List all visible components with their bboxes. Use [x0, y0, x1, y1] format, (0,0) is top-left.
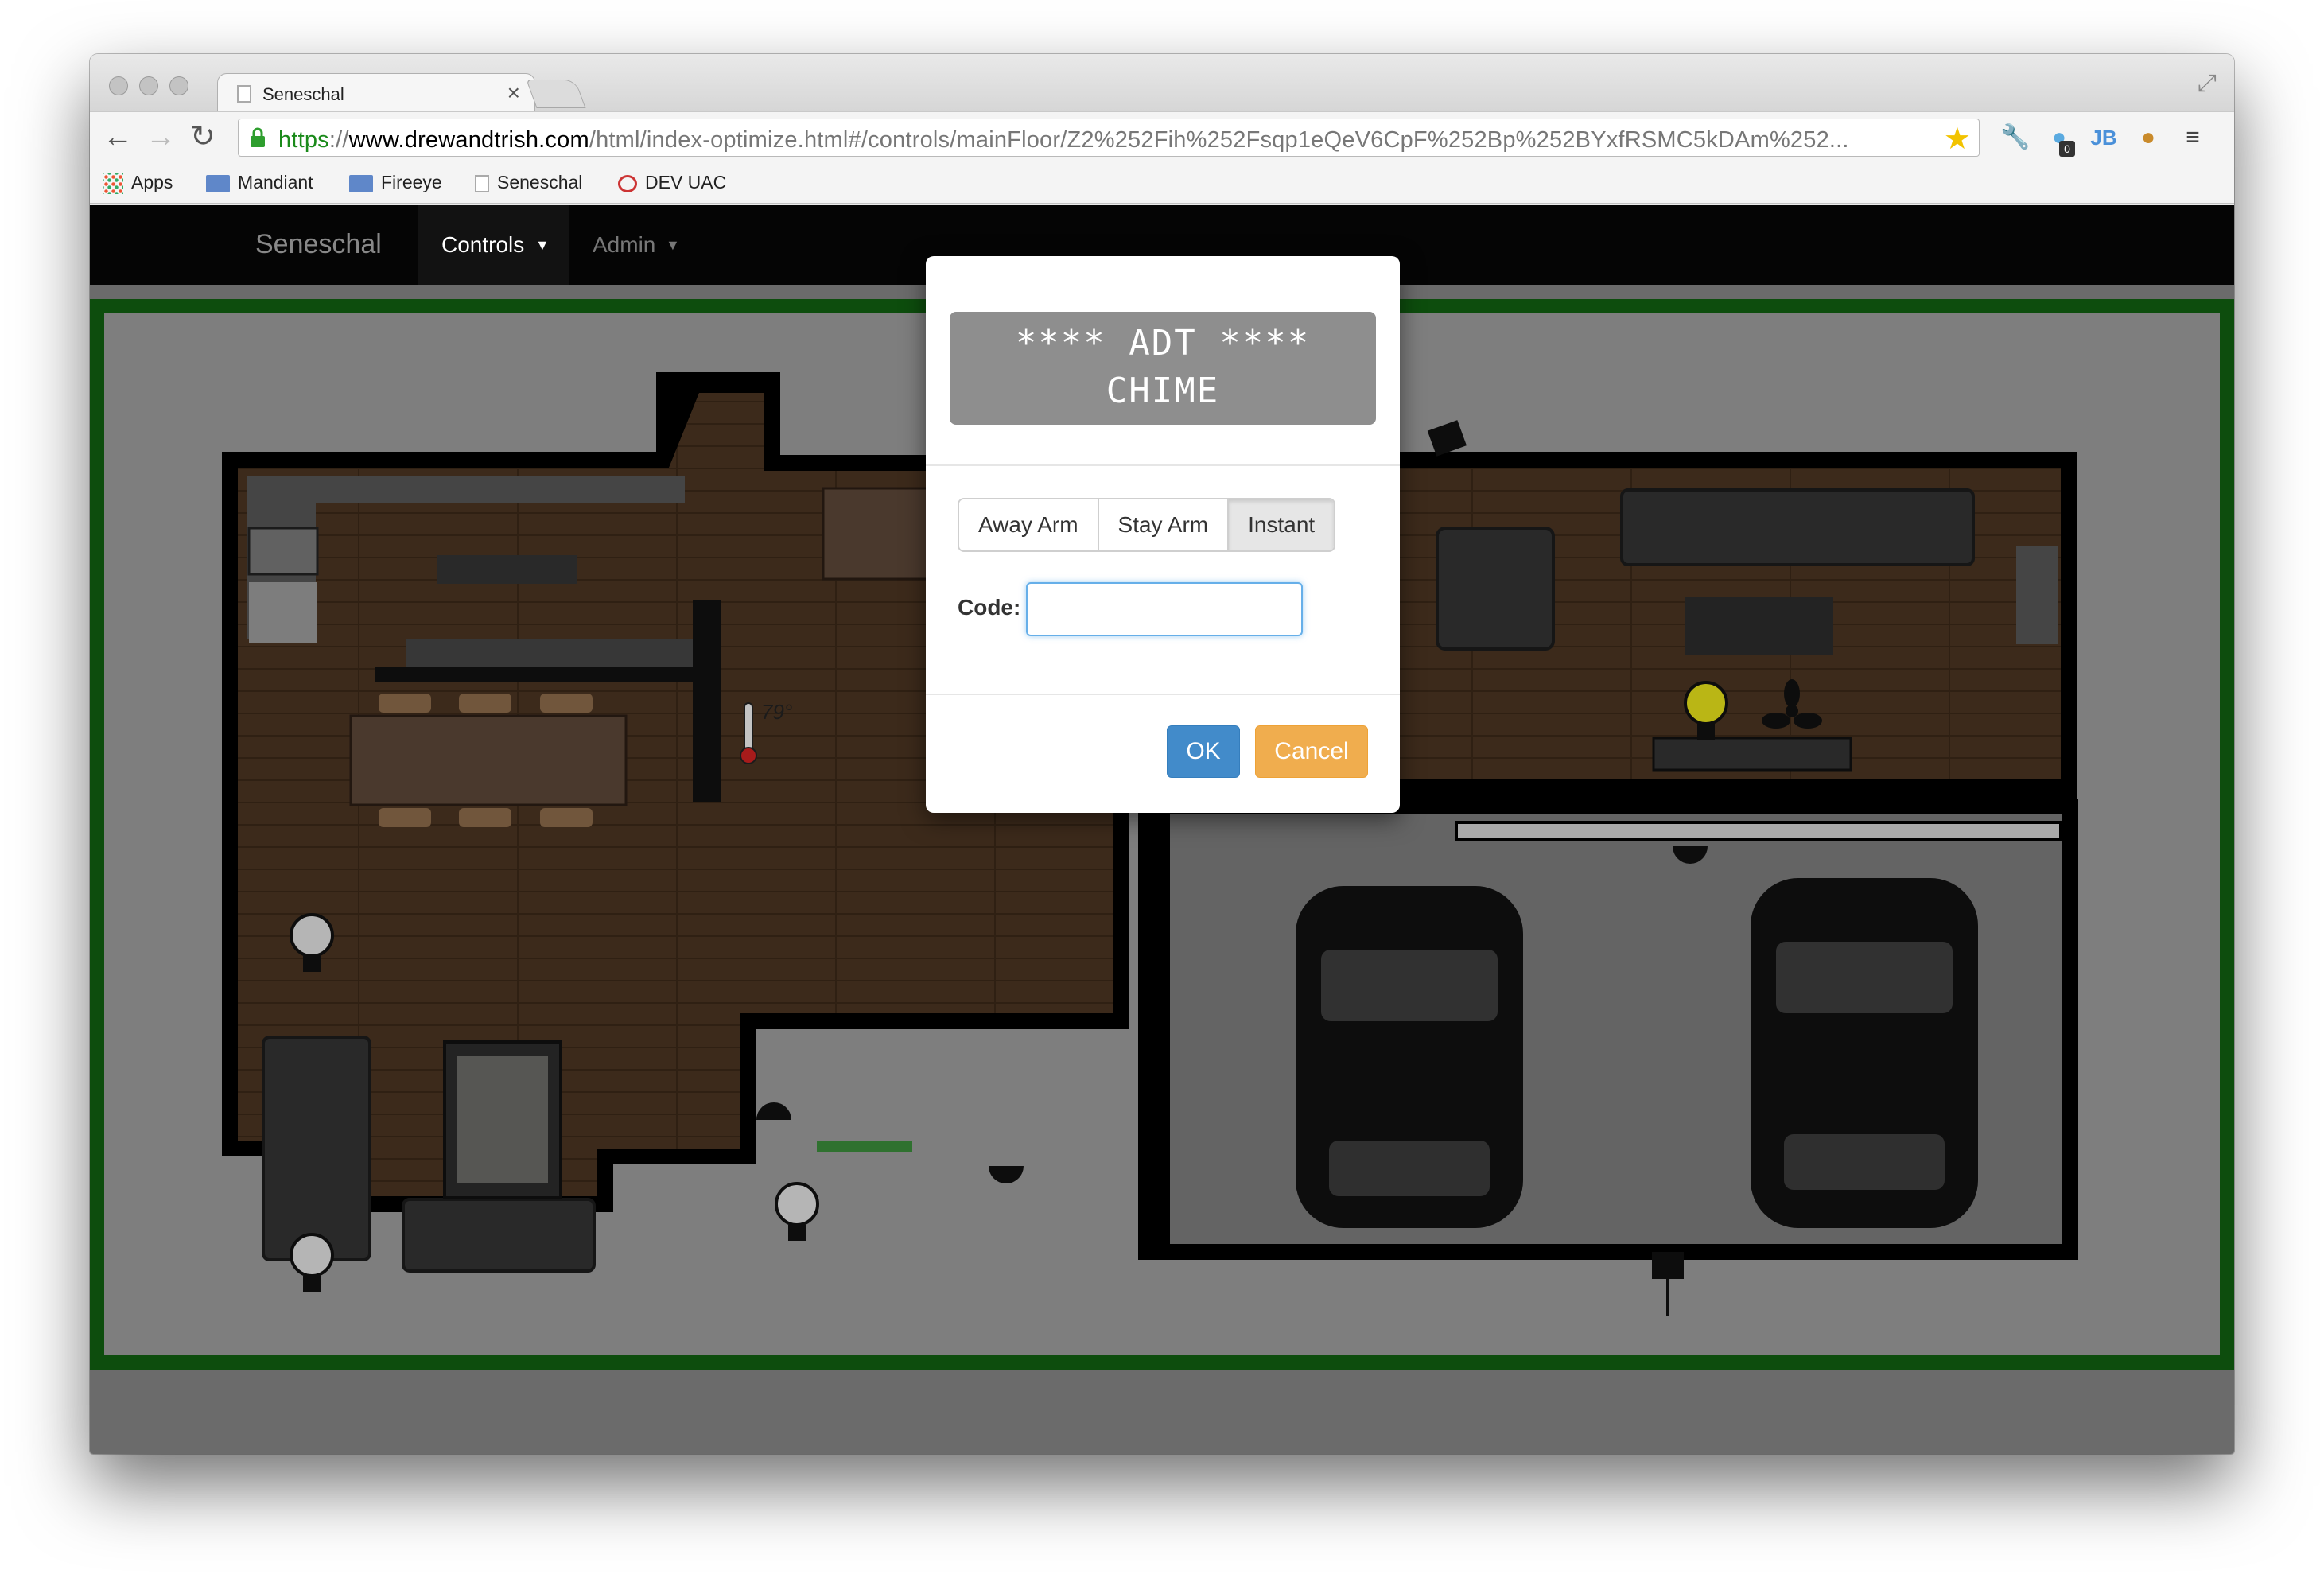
jetbrains-icon[interactable]: JB — [2089, 123, 2118, 152]
url-path: /html/index-optimize.html#/controls/main… — [589, 127, 1849, 153]
ok-button[interactable]: OK — [1167, 725, 1240, 778]
modal-footer-divider — [926, 694, 1400, 695]
modal-header-divider — [926, 464, 1400, 466]
browser-window: Seneschal × ⤢ ← → ↻ https://www.drewandt… — [90, 54, 2234, 1454]
bookmark-favicon-icon — [618, 174, 637, 192]
reload-icon[interactable]: ↻ — [190, 120, 216, 154]
code-label: Code: — [958, 595, 1021, 620]
tab-strip: Seneschal × ⤢ — [90, 54, 2234, 113]
bookmark-label: Mandiant — [238, 172, 313, 192]
cookie-icon[interactable]: ● — [2134, 123, 2163, 152]
folder-icon — [349, 174, 373, 192]
forward-icon[interactable]: → — [146, 120, 176, 154]
cancel-button[interactable]: Cancel — [1255, 725, 1368, 778]
bookmark-fireeye[interactable]: Fireeye — [349, 172, 442, 193]
caret-down-icon: ▼ — [666, 237, 680, 253]
tab-title: Seneschal — [262, 84, 344, 104]
address-bar[interactable]: https://www.drewandtrish.com/html/index-… — [238, 119, 1980, 157]
window-minimize-button[interactable] — [139, 76, 158, 95]
url-separator: :// — [328, 127, 349, 153]
lock-icon — [251, 127, 265, 147]
lcd-line-1: **** ADT **** — [1015, 323, 1311, 363]
lcd-line-2: CHIME — [1106, 371, 1220, 411]
extension-badge: 0 — [2059, 141, 2075, 157]
folder-icon — [206, 174, 230, 192]
url-host: www.drewandtrish.com — [348, 127, 589, 153]
instant-button[interactable]: Instant — [1229, 499, 1335, 550]
url-scheme: https — [278, 127, 329, 153]
menu-icon[interactable]: ≡ — [2178, 123, 2207, 152]
code-input[interactable] — [1026, 582, 1303, 636]
alarm-modal: **** ADT **** CHIME Away Arm Stay Arm In… — [926, 256, 1400, 813]
away-arm-button[interactable]: Away Arm — [959, 499, 1099, 550]
bookmark-label: Seneschal — [497, 172, 583, 192]
arm-mode-button-group: Away Arm Stay Arm Instant — [958, 498, 1336, 552]
stay-arm-button[interactable]: Stay Arm — [1098, 499, 1230, 550]
browser-tab[interactable]: Seneschal × — [217, 73, 535, 113]
wrench-icon[interactable]: 🔧 — [2000, 123, 2030, 152]
window-close-button[interactable] — [109, 76, 128, 95]
page-icon — [475, 174, 489, 192]
nav-admin-item[interactable]: Admin — [593, 232, 655, 258]
bookmark-mandiant[interactable]: Mandiant — [206, 172, 313, 193]
alarm-lcd-display: **** ADT **** CHIME — [950, 312, 1376, 425]
bookmark-label: Fireeye — [381, 172, 442, 192]
bookmark-apps[interactable]: Apps — [103, 172, 173, 194]
new-tab-button[interactable] — [526, 80, 586, 108]
apps-grid-icon — [103, 173, 123, 194]
bookmark-seneschal[interactable]: Seneschal — [475, 172, 582, 193]
fullscreen-icon[interactable]: ⤢ — [2198, 70, 2217, 97]
bookmark-star-icon[interactable]: ★ — [1944, 121, 1971, 157]
browser-toolbar: ← → ↻ https://www.drewandtrish.com/html/… — [90, 111, 2234, 162]
navbar-brand[interactable]: Seneschal — [255, 229, 382, 260]
caret-down-icon: ▼ — [535, 237, 550, 253]
window-zoom-button[interactable] — [169, 76, 188, 95]
nav-controls-item[interactable]: Controls ▼ — [418, 205, 569, 285]
back-icon[interactable]: ← — [103, 120, 133, 154]
url-text: https://www.drewandtrish.com/html/index-… — [278, 127, 1909, 154]
nav-controls-label: Controls — [441, 232, 525, 257]
close-tab-icon[interactable]: × — [507, 80, 520, 106]
bookmark-label: DEV UAC — [645, 172, 727, 192]
bookmark-dev-uac[interactable]: DEV UAC — [618, 172, 726, 193]
page-icon — [237, 85, 251, 103]
bookmarks-bar: Apps Mandiant Fireeye Seneschal DEV UAC — [90, 162, 2234, 204]
bookmark-label: Apps — [131, 172, 173, 192]
